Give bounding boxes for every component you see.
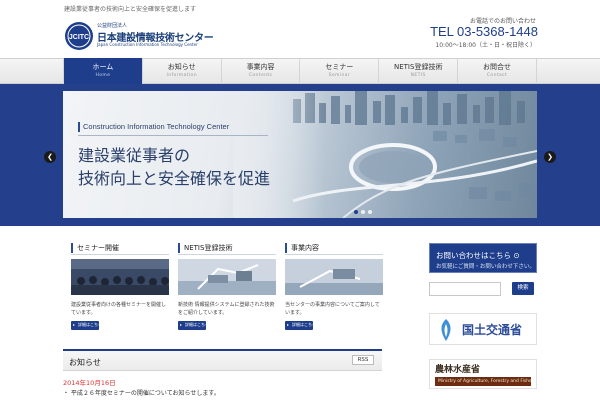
site-tagline: 建設業従事者の技術向上と安全確保を促進します <box>64 6 197 13</box>
card-accent-bar <box>71 242 73 253</box>
hero-accent-bar <box>78 122 80 132</box>
nav-sublabel: Home <box>95 73 111 78</box>
inquiry-subtitle: お気軽にご質問・お問い合わせ下さい。 <box>436 264 535 270</box>
nav-sublabel: Information <box>166 73 197 78</box>
logo-english-name: Japan Construction Information Technolog… <box>97 42 198 47</box>
card-description: 新技術 情報提供システムに登録された技術をご紹介しています。 <box>178 302 275 316</box>
business-hours: 10:00～18:00（土・日・祝日除く） <box>435 42 536 49</box>
inquiry-banner-button[interactable]: お問い合わせはこちら ⊙ お気軽にご質問・お問い合わせ下さい。 <box>429 243 537 273</box>
feature-card-business: 事業内容 当センターの事業内容についてご案内しています。 詳細はこちら <box>285 241 383 330</box>
hero-slide[interactable]: Construction Information Technology Cent… <box>63 91 537 218</box>
nav-sublabel: Seminar <box>328 73 351 78</box>
rss-button[interactable]: RSS <box>352 355 374 365</box>
nav-sublabel: Contents <box>248 73 273 78</box>
slider-pagination <box>354 210 372 214</box>
city-aerial-image <box>233 91 537 218</box>
nav-sublabel: NETIS <box>410 73 426 78</box>
maff-banner-text: 農林水産省 <box>435 365 481 375</box>
card-detail-button[interactable]: 詳細はこちら <box>71 321 102 330</box>
hero-headline-line1: 建設業従事者の <box>78 146 191 165</box>
card-description: 当センターの事業内容についてご案内しています。 <box>285 302 380 316</box>
feature-card-seminar: セミナー開催 建設業従事者向けの各種セミナーを開催しています。 詳細はこちら <box>71 241 169 330</box>
page: 建設業従事者の技術向上と安全確保を促進します JCITC 公益財団法人 日本建設… <box>0 0 600 400</box>
card-title: セミナー開催 <box>77 243 119 252</box>
slider-dot[interactable] <box>368 210 372 214</box>
nav-label: NETIS登録技術 <box>394 63 443 71</box>
slider-next-arrow-icon[interactable]: ❯ <box>544 151 556 163</box>
nav-label: お知らせ <box>167 63 196 71</box>
nav-item-contact[interactable]: お問合せ Contact <box>458 58 537 84</box>
slider-dot[interactable] <box>354 210 358 214</box>
card-header: 事業内容 <box>285 241 383 255</box>
card-button-label: 詳細はこちら <box>292 322 316 327</box>
jcitc-logo-icon: JCITC <box>65 22 93 50</box>
mlit-banner-link[interactable]: 国土交通省 <box>429 313 537 345</box>
card-detail-button[interactable]: 詳細はこちら <box>178 321 209 330</box>
news-header: お知らせ RSS <box>63 349 382 371</box>
nav-item-information[interactable]: お知らせ Information <box>143 58 222 84</box>
news-date: 2014年10月16日 <box>63 379 116 387</box>
card-accent-bar <box>285 242 287 253</box>
site-logo[interactable]: JCITC 公益財団法人 日本建設情報技術センター Japan Construc… <box>64 21 224 51</box>
hero-divider <box>78 135 268 136</box>
card-title: NETIS登録技術 <box>184 243 233 252</box>
mlit-banner-text: 国土交通省 <box>462 323 523 337</box>
nav-label: セミナー <box>325 63 354 71</box>
news-title: お知らせ <box>69 358 101 367</box>
logo-small-text: 公益財団法人 <box>97 23 128 29</box>
card-description: 建設業従事者向けの各種セミナーを開催しています。 <box>71 302 167 316</box>
slider-dot[interactable] <box>361 210 365 214</box>
phone-number[interactable]: TEL 03-5368-1448 <box>430 24 538 39</box>
search-button[interactable]: 検索 <box>512 282 534 295</box>
nav-label: 事業内容 <box>246 63 275 71</box>
nav-label: ホーム <box>92 63 114 71</box>
card-button-label: 詳細はこちら <box>185 322 209 327</box>
card-button-label: 詳細はこちら <box>78 322 102 327</box>
nav-item-contents[interactable]: 事業内容 Contents <box>222 58 301 84</box>
nav-item-home[interactable]: ホーム Home <box>63 58 143 84</box>
nav-item-netis[interactable]: NETIS登録技術 NETIS <box>379 58 459 84</box>
card-detail-button[interactable]: 詳細はこちら <box>285 321 316 330</box>
mlit-logo-icon <box>441 319 451 341</box>
news-item-link[interactable]: ・ 平成２６年度セミナーの開催についてお知らせします。 <box>63 388 220 397</box>
seminar-photo-image[interactable] <box>71 259 169 295</box>
inquiry-title: お問い合わせはこちら ⊙ <box>436 251 520 260</box>
logo-mark-text: JCITC <box>69 34 89 41</box>
nav-label: お問合せ <box>483 63 512 71</box>
slider-prev-arrow-icon[interactable]: ❮ <box>44 151 56 163</box>
card-header: セミナー開催 <box>71 241 169 255</box>
card-header: NETIS登録技術 <box>178 241 276 255</box>
card-title: 事業内容 <box>291 243 319 252</box>
card-accent-bar <box>178 242 180 253</box>
main-nav: ホーム Home お知らせ Information 事業内容 Contents … <box>63 58 537 84</box>
search-input[interactable] <box>429 282 501 296</box>
hero-english-title: Construction Information Technology Cent… <box>83 122 230 131</box>
netis-photo-image[interactable] <box>178 259 276 295</box>
nav-sublabel: Contact <box>486 73 508 78</box>
feature-card-netis: NETIS登録技術 新技術 情報提供システムに登録された技術をご紹介しています。… <box>178 241 276 330</box>
maff-banner-english: Ministry of Agriculture, Forestry and Fi… <box>435 377 531 386</box>
business-photo-image[interactable] <box>285 259 383 295</box>
maff-banner-link[interactable]: 農林水産省 Ministry of Agriculture, Forestry … <box>429 359 537 389</box>
nav-item-seminar[interactable]: セミナー Seminar <box>300 58 380 84</box>
hero-headline-line2: 技術向上と安全確保を促進 <box>78 169 271 188</box>
